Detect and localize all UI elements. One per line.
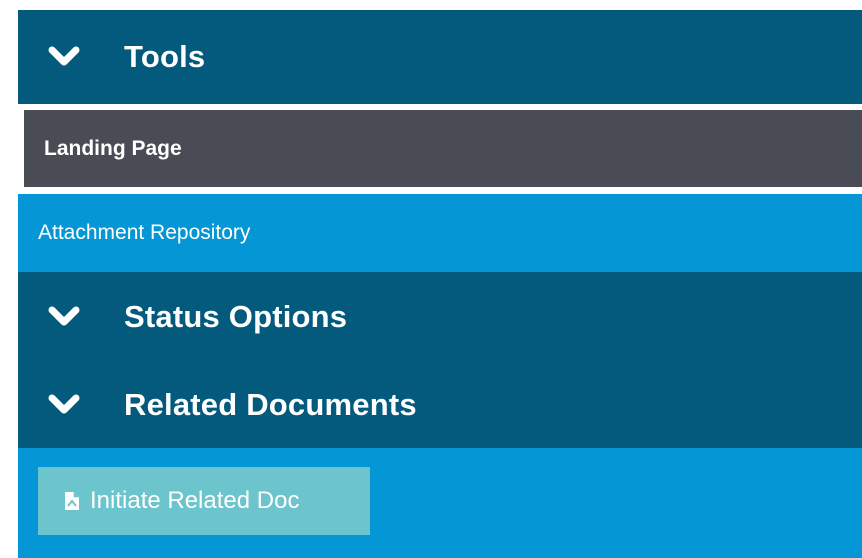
sidebar-panel: Tools Landing Page Attachment Repository… (18, 10, 862, 558)
menu-item-label: Landing Page (44, 136, 182, 160)
section-header-status-options[interactable]: Status Options (18, 272, 862, 362)
section-header-tools[interactable]: Tools (18, 10, 862, 104)
divider (18, 104, 862, 108)
menu-item-landing-page[interactable]: Landing Page (22, 110, 862, 187)
document-icon (64, 491, 80, 511)
chevron-down-icon (48, 306, 80, 328)
divider (18, 187, 862, 194)
chevron-down-icon (48, 394, 80, 416)
related-documents-actions: Initiate Related Doc (18, 448, 862, 558)
initiate-related-doc-label: Initiate Related Doc (90, 487, 300, 514)
initiate-related-doc-button[interactable]: Initiate Related Doc (38, 467, 370, 535)
menu-item-attachment-repository[interactable]: Attachment Repository (18, 194, 862, 272)
section-label-tools: Tools (124, 39, 206, 74)
section-header-related-documents[interactable]: Related Documents (18, 362, 862, 448)
menu-item-label: Attachment Repository (38, 221, 251, 244)
section-label-status-options: Status Options (124, 299, 348, 334)
section-label-related-documents: Related Documents (124, 387, 417, 422)
chevron-down-icon (48, 46, 80, 68)
